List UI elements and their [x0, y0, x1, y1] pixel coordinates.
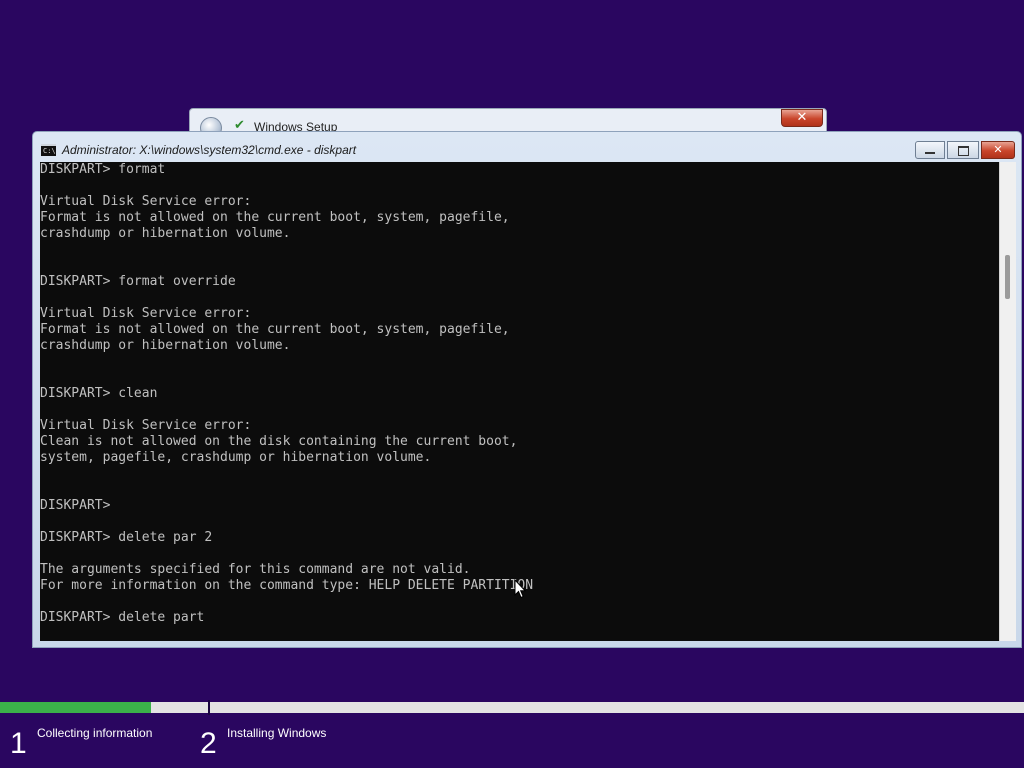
console-line: DISKPART> delete part — [40, 610, 205, 625]
progress-step-divider — [208, 700, 210, 715]
console-line: DISKPART> clean — [40, 386, 158, 401]
console-line: The arguments specified for this command… — [40, 562, 471, 577]
console-line: DISKPART> delete par 2 — [40, 530, 213, 545]
step-label: Installing Windows — [227, 726, 327, 740]
cmd-icon[interactable]: C:\ — [41, 144, 56, 156]
scrollbar-thumb[interactable] — [1005, 255, 1010, 299]
step-label: Collecting information — [37, 726, 153, 740]
mouse-pointer-icon — [514, 579, 526, 599]
console-line: DISKPART> format — [40, 162, 166, 177]
console-line: Virtual Disk Service error: — [40, 306, 252, 321]
console-line: DISKPART> format override — [40, 274, 236, 289]
console-line: Virtual Disk Service error: — [40, 418, 252, 433]
step-number: 1 — [10, 727, 27, 760]
minimize-button[interactable] — [915, 141, 945, 159]
cmd-titlebar[interactable]: C:\ Administrator: X:\windows\system32\c… — [33, 132, 1021, 162]
step-number: 2 — [200, 727, 217, 760]
cmd-window: C:\ Administrator: X:\windows\system32\c… — [32, 131, 1022, 648]
setup-close-button[interactable]: ✕ — [781, 109, 823, 127]
console-line: Format is not allowed on the current boo… — [40, 210, 510, 225]
console-line: crashdump or hibernation volume. — [40, 338, 291, 353]
setup-progress-fill — [0, 702, 151, 713]
console-line: Clean is not allowed on the disk contain… — [40, 434, 518, 449]
cmd-window-title: Administrator: X:\windows\system32\cmd.e… — [62, 143, 357, 157]
console-line: For more information on the command type… — [40, 578, 534, 593]
console-line: crashdump or hibernation volume. — [40, 226, 291, 241]
console-line: system, pagefile, crashdump or hibernati… — [40, 450, 432, 465]
maximize-button[interactable] — [947, 141, 979, 159]
setup-progress-bar — [0, 702, 1024, 713]
console-output[interactable]: DISKPART> format Virtual Disk Service err… — [40, 162, 999, 641]
console-line: DISKPART> — [40, 498, 111, 513]
console-line: Virtual Disk Service error: — [40, 194, 252, 209]
close-button[interactable]: ✕ — [981, 141, 1015, 159]
console-line: Format is not allowed on the current boo… — [40, 322, 510, 337]
vertical-scrollbar[interactable] — [999, 162, 1016, 641]
